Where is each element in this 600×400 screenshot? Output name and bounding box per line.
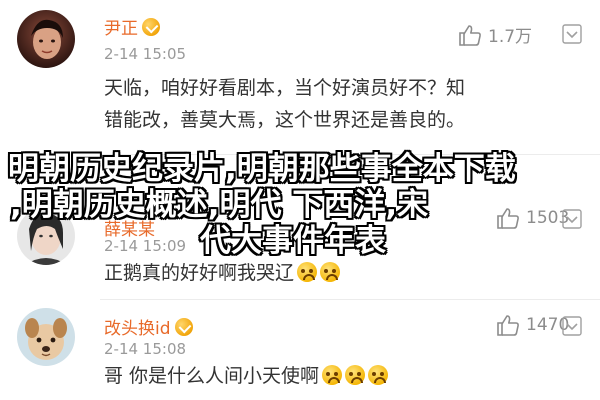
comment-feed: 尹正 2-14 15:05 1.7万 天临，咱好好看剧本，当个好演员好不？知 错… <box>0 0 600 400</box>
chevron-down-icon[interactable] <box>562 24 582 44</box>
comment-item: 尹正 2-14 15:05 1.7万 天临，咱好好看剧本，当个好演员好不？知 错… <box>0 0 600 155</box>
overlay-title-line-3: 代大事件年表 <box>200 223 386 259</box>
thumbs-up-icon <box>459 24 481 46</box>
username[interactable]: 改头换id <box>104 314 193 339</box>
crying-face-emoji <box>368 365 389 385</box>
timestamp: 2-14 15:09 <box>104 237 187 255</box>
timestamp: 2-14 15:05 <box>104 45 187 63</box>
crying-face-emoji <box>322 365 343 385</box>
like-button[interactable]: 1.7万 <box>458 22 532 47</box>
like-button[interactable]: 1470 <box>496 314 569 336</box>
comment-line: 正鹅真的好好啊我哭辽 <box>104 262 295 284</box>
comment-item: 改头换id 2-14 15:08 1470 哥 你是什么人间小天使啊 <box>0 300 600 400</box>
comment-text: 天临，咱好好看剧本，当个好演员好不？知 错能改，善莫大焉，这个世界还是善良的。 <box>104 72 465 136</box>
crying-face-emoji <box>345 365 366 385</box>
username[interactable]: 尹正 <box>104 14 160 39</box>
comment-line: 错能改，善莫大焉，这个世界还是善良的。 <box>104 109 466 131</box>
chevron-down-icon[interactable] <box>562 209 582 229</box>
thumbs-up-icon <box>497 315 519 336</box>
avatar[interactable] <box>17 10 75 68</box>
avatar[interactable] <box>17 308 75 366</box>
verified-badge-icon <box>142 18 160 36</box>
comment-text: 哥 你是什么人间小天使啊 <box>104 360 389 392</box>
overlay-title-line-1: 明朝历史纪录片,明朝那些事全本下载 <box>8 151 516 187</box>
crying-face-emoji <box>320 262 341 282</box>
crying-face-emoji <box>297 262 318 282</box>
verified-badge-icon <box>174 318 193 336</box>
chevron-down-icon[interactable] <box>562 316 582 336</box>
like-count: 1.7万 <box>488 27 533 47</box>
timestamp: 2-14 15:08 <box>104 340 187 358</box>
comment-line: 天临，咱好好看剧本，当个好演员好不？知 <box>104 77 466 99</box>
comment-text: 正鹅真的好好啊我哭辽 <box>104 257 341 289</box>
comment-line: 哥 你是什么人间小天使啊 <box>104 365 320 387</box>
thumbs-up-icon <box>497 208 519 229</box>
overlay-title-line-2: ,明朝历史概述,明代 下西洋,宋 <box>10 187 429 223</box>
like-button[interactable]: 1503 <box>496 207 569 229</box>
